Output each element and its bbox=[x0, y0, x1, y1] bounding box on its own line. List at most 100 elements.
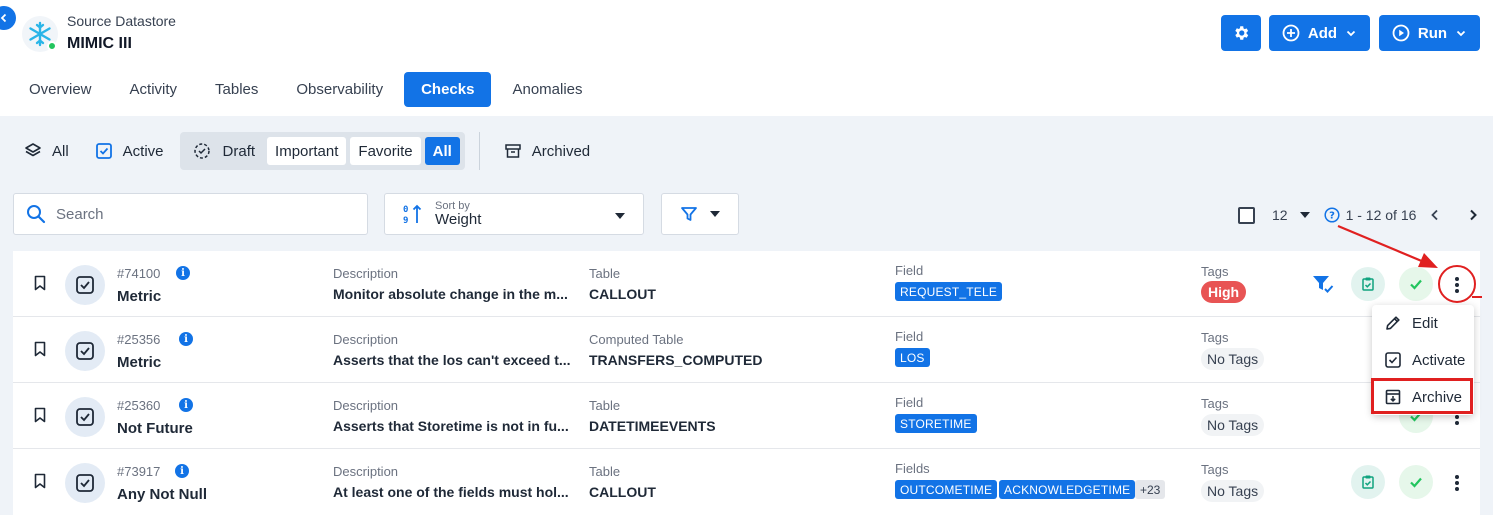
clipboard-check-icon bbox=[1362, 475, 1374, 489]
info-icon[interactable]: i bbox=[175, 464, 189, 478]
status-dot bbox=[47, 41, 57, 51]
kebab-icon bbox=[1455, 475, 1459, 491]
play-circle-icon bbox=[1392, 24, 1410, 42]
checkbox-checked-icon bbox=[1385, 352, 1401, 368]
tab-checks[interactable]: Checks bbox=[404, 72, 492, 107]
kebab-highlight-circle bbox=[1438, 265, 1476, 303]
tab-overview[interactable]: Overview bbox=[12, 72, 109, 107]
validate-button[interactable] bbox=[1351, 267, 1385, 301]
filter-favorite[interactable]: Favorite bbox=[350, 137, 421, 165]
check-id: #25360 bbox=[117, 398, 161, 413]
check-type-icon bbox=[65, 265, 105, 305]
filter-all-pill[interactable]: All bbox=[424, 137, 460, 165]
field-chip: OUTCOMETIME bbox=[895, 480, 998, 499]
table-row[interactable]: #73917 i Any Not Null Description At lea… bbox=[13, 449, 1480, 515]
filter-divider bbox=[478, 132, 480, 170]
datastore-logo bbox=[22, 16, 58, 52]
filter-archived[interactable]: Archived bbox=[494, 132, 600, 170]
datastore-name: MIMIC III bbox=[67, 35, 132, 52]
info-icon[interactable]: i bbox=[179, 332, 193, 346]
help-icon[interactable]: ? bbox=[1324, 207, 1340, 223]
filter-active[interactable]: Active bbox=[85, 132, 174, 170]
filter-draft[interactable]: Draft bbox=[185, 132, 264, 170]
check-name: Not Future bbox=[117, 420, 193, 437]
check-id: #74100 bbox=[117, 266, 161, 281]
field-label: Field bbox=[895, 263, 924, 278]
pencil-icon bbox=[1386, 316, 1400, 330]
run-button[interactable]: Run bbox=[1379, 15, 1480, 51]
filter-active-label: Active bbox=[122, 142, 164, 160]
chevron-down-icon[interactable] bbox=[1299, 212, 1310, 218]
filter-button[interactable] bbox=[661, 193, 739, 235]
status-filter-bar: All Active Draft Important Favorite All … bbox=[14, 132, 600, 170]
check-type-icon bbox=[65, 463, 105, 503]
check-type-icon bbox=[65, 397, 105, 437]
tab-observability[interactable]: Observability bbox=[279, 72, 400, 107]
filter-all[interactable]: All bbox=[14, 132, 79, 170]
check-id: #73917 bbox=[117, 464, 161, 479]
tab-tables[interactable]: Tables bbox=[198, 72, 275, 107]
info-icon[interactable]: i bbox=[179, 398, 193, 412]
chevron-right-icon[interactable] bbox=[1466, 208, 1480, 222]
menu-edit-label: Edit bbox=[1412, 314, 1438, 332]
select-all-checkbox[interactable] bbox=[1238, 206, 1255, 224]
tags-label: Tags bbox=[1201, 396, 1229, 411]
check-name: Metric bbox=[117, 354, 162, 371]
bookmark-icon[interactable] bbox=[33, 407, 47, 423]
sort-select[interactable]: 09 Sort by Weight bbox=[384, 193, 644, 235]
per-page-value[interactable]: 12 bbox=[1272, 207, 1288, 223]
chevron-down-icon bbox=[615, 213, 625, 219]
add-label: Add bbox=[1307, 24, 1338, 42]
plus-circle-icon bbox=[1282, 24, 1300, 42]
table-label: Table bbox=[589, 464, 621, 479]
settings-button[interactable] bbox=[1221, 15, 1261, 51]
check-icon bbox=[1410, 279, 1422, 290]
check-name: Any Not Null bbox=[117, 486, 207, 503]
more-fields-badge: +23 bbox=[1135, 480, 1166, 499]
info-icon[interactable]: i bbox=[176, 266, 190, 280]
more-options-button[interactable] bbox=[1444, 469, 1470, 497]
funnel-check-icon[interactable] bbox=[1311, 273, 1335, 295]
bookmark-icon[interactable] bbox=[33, 473, 47, 489]
chevron-down-icon bbox=[1346, 30, 1356, 37]
tag-badge: High bbox=[1201, 281, 1247, 303]
sort-icon: 09 bbox=[403, 204, 422, 225]
menu-activate-label: Activate bbox=[1412, 351, 1466, 369]
table-label: Table bbox=[589, 266, 621, 281]
gear-icon bbox=[1235, 26, 1249, 40]
check-id: #25356 bbox=[117, 332, 161, 347]
filter-important[interactable]: Important bbox=[267, 137, 347, 165]
field-chip: LOS bbox=[895, 348, 930, 367]
description-label: Description bbox=[333, 266, 399, 281]
menu-activate[interactable]: Activate bbox=[1372, 342, 1474, 378]
search-icon bbox=[27, 205, 46, 224]
description-label: Description bbox=[333, 464, 399, 479]
validate-button[interactable] bbox=[1351, 465, 1385, 499]
chevron-left-icon[interactable] bbox=[1428, 208, 1442, 222]
field-chip: STORETIME bbox=[895, 414, 977, 433]
checkbox-checked-icon bbox=[95, 143, 112, 159]
svg-text:9: 9 bbox=[403, 216, 408, 225]
check-icon bbox=[1410, 477, 1422, 488]
archive-highlight-box bbox=[1371, 378, 1473, 414]
chevron-left-icon bbox=[0, 13, 7, 23]
table-row[interactable]: #25360 i Not Future Description Asserts … bbox=[13, 383, 1480, 449]
menu-edit[interactable]: Edit bbox=[1372, 305, 1474, 341]
search-box bbox=[13, 193, 368, 235]
bookmark-icon[interactable] bbox=[33, 341, 47, 357]
tab-anomalies[interactable]: Anomalies bbox=[495, 72, 599, 107]
table-row[interactable]: #74100 i Metric Description Monitor abso… bbox=[13, 251, 1480, 317]
table-row[interactable]: #25356 i Metric Description Asserts that… bbox=[13, 317, 1480, 383]
tab-activity[interactable]: Activity bbox=[113, 72, 195, 107]
search-input[interactable] bbox=[56, 205, 336, 223]
bookmark-icon[interactable] bbox=[33, 275, 47, 291]
add-button[interactable]: Add bbox=[1269, 15, 1370, 51]
table-value: CALLOUT bbox=[589, 484, 656, 500]
field-chip: REQUEST_TELE bbox=[895, 282, 1003, 301]
field-label: Field bbox=[895, 395, 924, 410]
status-active-button[interactable] bbox=[1399, 267, 1433, 301]
datastore-label: Source Datastore bbox=[67, 13, 176, 29]
chevron-down-icon bbox=[710, 211, 720, 217]
collapse-sidebar-button[interactable] bbox=[0, 6, 16, 30]
status-active-button[interactable] bbox=[1399, 465, 1433, 499]
